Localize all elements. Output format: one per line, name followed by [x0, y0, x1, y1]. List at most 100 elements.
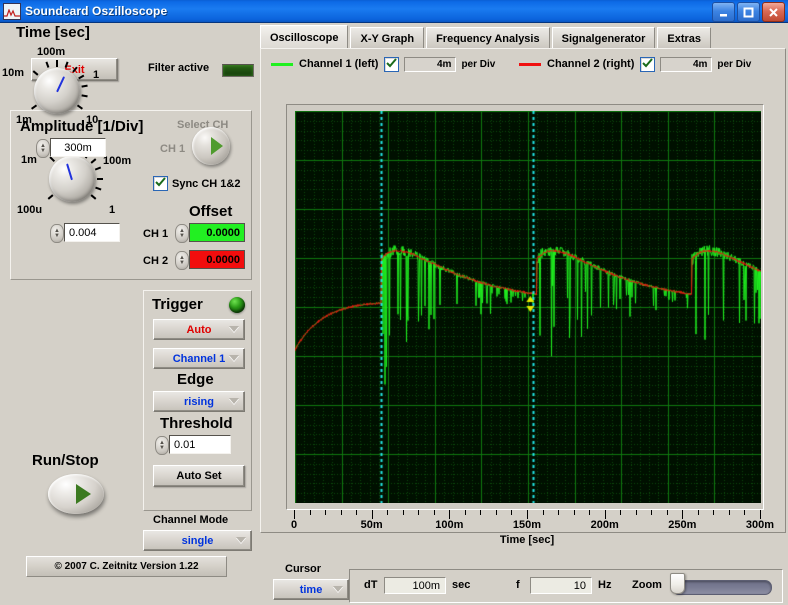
window-title: Soundcard Oszilloscope — [25, 4, 168, 18]
x-axis-title: Time [sec] — [499, 534, 555, 546]
cursor-label: Cursor — [285, 563, 322, 575]
tab-strip: Oscilloscope X-Y Graph Frequency Analysi… — [260, 25, 784, 49]
x-tick-label: 300m — [745, 519, 775, 531]
close-icon[interactable] — [762, 2, 785, 22]
tab-extras[interactable]: Extras — [657, 27, 711, 49]
tab-xy-graph[interactable]: X-Y Graph — [350, 27, 425, 49]
offset-title: Offset — [189, 203, 233, 220]
oscilloscope-plot-frame — [286, 104, 764, 510]
channel-2-legend: Channel 2 (right) 4m per Div — [519, 55, 751, 73]
run-stop-label: Run/Stop — [32, 452, 99, 469]
oscilloscope-panel: Channel 1 (left) 4m per Div Channel 2 (r… — [260, 48, 788, 603]
title-bar: Soundcard Oszilloscope — [0, 0, 788, 23]
dt-unit-label: sec — [452, 579, 471, 591]
threshold-spinner[interactable]: ▲ ▼ — [155, 436, 169, 455]
filter-active-led — [222, 64, 254, 77]
f-label: f — [516, 579, 520, 591]
time-spinner[interactable]: ▲ ▼ — [36, 139, 50, 158]
trigger-edge-value: rising — [184, 395, 214, 408]
amplitude-spinner[interactable]: ▲ ▼ — [50, 224, 64, 243]
trigger-source-dropdown[interactable]: Channel 1 — [153, 348, 245, 369]
maximize-icon[interactable] — [737, 2, 760, 22]
amplitude-tick-100u: 100u — [17, 204, 43, 216]
zoom-slider-track[interactable] — [672, 580, 772, 595]
threshold-label: Threshold — [160, 415, 233, 432]
auto-set-button[interactable]: Auto Set — [153, 465, 245, 487]
channel-mode-dropdown[interactable]: single — [143, 530, 252, 551]
trigger-edge-dropdown[interactable]: rising — [153, 391, 245, 412]
sync-channels-label: Sync CH 1&2 — [172, 178, 241, 190]
offset-ch1-field[interactable]: 0.0000 — [189, 223, 245, 242]
x-tick-label: 200m — [590, 519, 619, 531]
time-tick-10: 10 — [86, 114, 99, 126]
channel-1-color-swatch — [271, 62, 293, 66]
run-stop-button[interactable] — [48, 474, 104, 514]
channel-1-checkbox[interactable] — [384, 56, 400, 72]
amplitude-value-field[interactable]: 0.004 — [64, 223, 120, 242]
x-tick-label: 50m — [360, 519, 383, 531]
time-tick-100m: 100m — [37, 46, 66, 58]
offset-ch1-label: CH 1 — [143, 228, 169, 240]
channel-1-per-div-field[interactable]: 4m — [404, 56, 457, 72]
edge-label: Edge — [177, 371, 214, 388]
channel-2-per-div-label: per Div — [717, 58, 752, 70]
channel-2-checkbox[interactable] — [640, 56, 656, 72]
select-ch-button[interactable] — [192, 127, 230, 165]
filter-active-label: Filter active — [148, 62, 210, 74]
trigger-title: Trigger — [152, 296, 203, 313]
dt-value-field[interactable]: 100m — [384, 577, 446, 594]
trigger-led — [229, 297, 245, 313]
channel-2-per-div-field[interactable]: 4m — [660, 56, 713, 72]
time-tick-10m: 10m — [2, 67, 25, 79]
channel-1-legend: Channel 1 (left) 4m per Div — [271, 55, 495, 73]
threshold-field[interactable]: 0.01 — [169, 435, 231, 454]
zoom-label: Zoom — [632, 579, 662, 591]
x-axis-tick-labels: 0 50m 100m 150m 200m 250m 300m — [261, 519, 788, 533]
channel-2-color-swatch — [519, 62, 541, 66]
sync-channels-checkbox[interactable] — [153, 176, 168, 191]
cursor-mode-dropdown[interactable]: time — [273, 579, 349, 600]
tab-oscilloscope[interactable]: Oscilloscope — [260, 25, 349, 49]
trigger-source-value: Channel 1 — [172, 352, 226, 365]
x-tick-label: 250m — [668, 519, 697, 531]
oscilloscope-plot[interactable] — [295, 111, 761, 503]
zoom-slider-thumb[interactable] — [670, 573, 685, 594]
amplitude-group: Amplitude [1/Div] 10m 1m 100m 100u 1 — [10, 110, 252, 280]
f-unit-label: Hz — [598, 579, 612, 591]
offset-ch2-field[interactable]: 0.0000 — [189, 250, 245, 269]
copyright-footer: © 2007 C. Zeitnitz Version 1.22 — [26, 556, 227, 577]
x-tick-label: 0 — [290, 519, 298, 531]
app-window: Soundcard Oszilloscope Exit Filter activ… — [0, 0, 788, 603]
time-title: Time [sec] — [16, 24, 90, 41]
time-value-field[interactable]: 300m — [50, 138, 106, 157]
trigger-group: Trigger Auto Channel 1 Edge rising Thres… — [143, 290, 252, 511]
time-tick-1: 1 — [93, 69, 100, 81]
minimize-icon[interactable] — [712, 2, 735, 22]
offset-ch2-label: CH 2 — [143, 255, 169, 267]
tab-signalgenerator[interactable]: Signalgenerator — [551, 27, 656, 49]
cursor-mode-value: time — [299, 583, 323, 596]
offset-ch2-spinner[interactable]: ▲ ▼ — [175, 251, 189, 270]
left-control-column: Exit Filter active Amplitude [1/Div] 10m… — [0, 22, 256, 577]
channel-1-label: Channel 1 (left) — [299, 58, 379, 70]
amplitude-tick-1: 1 — [109, 204, 116, 216]
channel-2-label: Channel 2 (right) — [547, 58, 635, 70]
select-ch-value: CH 1 — [160, 143, 186, 155]
x-tick-label: 100m — [435, 519, 464, 531]
trigger-mode-dropdown[interactable]: Auto — [153, 319, 245, 340]
offset-ch1-spinner[interactable]: ▲ ▼ — [175, 224, 189, 243]
scope-wave-icon — [3, 2, 21, 20]
cursor-readout-box: dT 100m sec f 10 Hz Zoom — [349, 569, 783, 603]
tab-frequency-analysis[interactable]: Frequency Analysis — [426, 27, 550, 49]
amplitude-tick-100m: 100m — [103, 155, 132, 167]
amplitude-title: Amplitude [1/Div] — [20, 118, 144, 135]
right-main-column: Oscilloscope X-Y Graph Frequency Analysi… — [256, 22, 788, 603]
channel-1-per-div-label: per Div — [461, 58, 496, 70]
channel-mode-label: Channel Mode — [153, 514, 229, 526]
window-buttons — [712, 2, 785, 22]
f-value-field[interactable]: 10 — [530, 577, 592, 594]
cursor-group: Cursor time — [273, 563, 349, 603]
dt-label: dT — [364, 579, 378, 591]
channel-mode-value: single — [181, 534, 214, 547]
cursor-bar: Cursor time dT 100m sec f 10 Hz Zoom — [265, 561, 788, 605]
